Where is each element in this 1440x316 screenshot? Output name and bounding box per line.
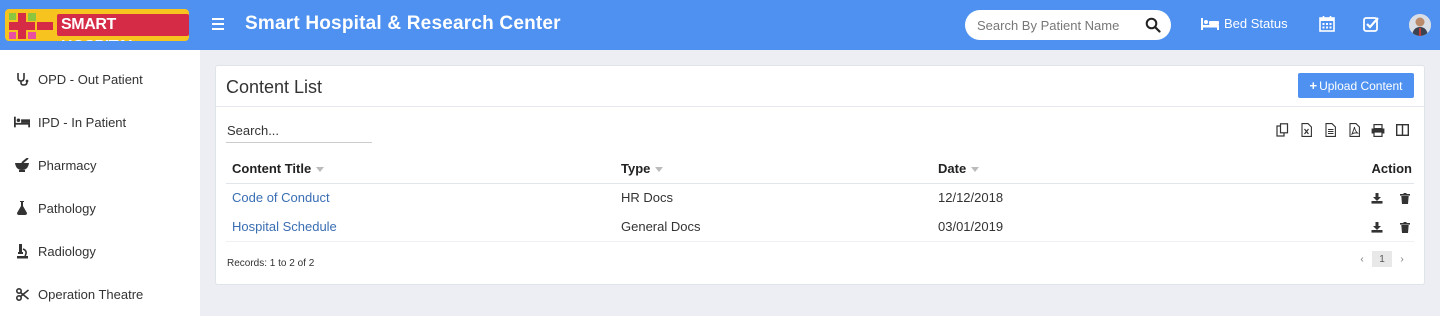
delete-icon[interactable] [1398, 220, 1412, 234]
column-header-type[interactable]: Type [615, 154, 932, 184]
logo[interactable]: SMART HOSPITAL [0, 0, 200, 50]
sidebar-item-operation-theatre[interactable]: Operation Theatre [0, 273, 200, 315]
hospital-bed-icon [14, 114, 30, 130]
top-header: SMART HOSPITAL Smart Hospital & Research… [0, 0, 1440, 50]
sort-icon [316, 166, 325, 172]
upload-content-button[interactable]: + Upload Content [1298, 73, 1414, 98]
user-photo-icon [1409, 14, 1431, 36]
sort-icon [971, 166, 980, 172]
bed-status-label: Bed Status [1224, 16, 1288, 31]
content-title-cell: Hospital Schedule [226, 212, 615, 242]
pagination: ‹ 1 › [1352, 251, 1412, 267]
date-cell: 12/12/2018 [938, 190, 1004, 206]
patient-search-box [965, 10, 1171, 40]
sidebar-item-pathology[interactable]: Pathology [0, 187, 200, 229]
pagination-next[interactable]: › [1392, 251, 1412, 267]
type-cell: General Docs [615, 212, 932, 242]
sidebar-item-label: OPD - Out Patient [38, 71, 143, 87]
sort-icon [655, 166, 664, 172]
copy-icon[interactable] [1270, 121, 1294, 139]
records-info: Records: 1 to 2 of 2 [227, 258, 315, 269]
scissors-icon [14, 286, 30, 302]
table-row: Code of Conduct HR Docs 12/12/2018 [226, 183, 1414, 212]
delete-icon[interactable] [1398, 192, 1412, 206]
sidebar-item-label: IPD - In Patient [38, 114, 127, 130]
menu-icon[interactable] [212, 15, 228, 35]
sidebar-item-opd[interactable]: OPD - Out Patient [0, 58, 200, 100]
task-check-icon[interactable] [1362, 15, 1380, 33]
bed-status-button[interactable]: Bed Status [1200, 16, 1288, 31]
patient-search-input[interactable] [977, 16, 1137, 34]
calendar-icon[interactable] [1318, 15, 1336, 33]
content-title-cell: Code of Conduct [226, 183, 615, 212]
print-icon[interactable] [1366, 121, 1390, 139]
type-cell: HR Docs [621, 190, 674, 206]
pdf-icon[interactable] [1342, 121, 1366, 139]
date-cell: 03/01/2019 [932, 212, 1302, 242]
action-cell [1302, 212, 1414, 242]
excel-icon[interactable] [1294, 121, 1318, 139]
card-header: Content List + Upload Content [216, 66, 1424, 107]
microscope-icon [14, 243, 30, 259]
sidebar-item-pharmacy[interactable]: Pharmacy [0, 144, 200, 186]
content-title-link[interactable]: Hospital Schedule [232, 219, 337, 234]
csv-icon[interactable] [1318, 121, 1342, 139]
content-table: Content Title Type Date Action Code of C… [226, 154, 1414, 242]
sidebar-item-ipd[interactable]: IPD - In Patient [0, 101, 200, 143]
sidebar-item-label: Radiology [38, 243, 96, 259]
action-cell [1302, 183, 1414, 212]
sidebar-item-label: Pharmacy [38, 157, 97, 173]
upload-content-label: Upload Content [1319, 78, 1403, 93]
pagination-page-current[interactable]: 1 [1372, 251, 1392, 267]
sidebar-item-label: Operation Theatre [38, 286, 144, 302]
pagination-prev[interactable]: ‹ [1352, 251, 1372, 267]
search-icon[interactable] [1145, 17, 1161, 33]
table-header-row: Content Title Type Date Action [226, 154, 1414, 184]
logo-badge: SMART HOSPITAL [5, 9, 189, 41]
app-title: Smart Hospital & Research Center [245, 13, 561, 34]
download-icon[interactable] [1370, 220, 1384, 234]
mortar-pestle-icon [14, 157, 30, 173]
page-title: Content List [226, 77, 323, 97]
bed-icon [1201, 17, 1219, 30]
plus-icon: + [1309, 78, 1318, 93]
column-header-date[interactable]: Date [932, 154, 1302, 184]
user-avatar[interactable] [1409, 14, 1431, 36]
content-list-card: Content List + Upload Content Content [215, 65, 1425, 285]
column-header-content-title[interactable]: Content Title [226, 154, 615, 184]
logo-text: SMART HOSPITAL [57, 14, 189, 41]
column-header-action: Action [1302, 154, 1414, 184]
export-toolbar [1270, 121, 1414, 139]
sidebar: OPD - Out Patient IPD - In Patient Pharm… [0, 50, 200, 316]
table-row: Hospital Schedule General Docs 03/01/201… [226, 212, 1414, 242]
medical-cross-icon [9, 13, 53, 39]
sidebar-item-label: Pathology [38, 200, 96, 216]
download-icon[interactable] [1370, 192, 1384, 206]
content-search-input[interactable] [226, 119, 372, 143]
sidebar-item-radiology[interactable]: Radiology [0, 230, 200, 272]
flask-icon [14, 200, 30, 216]
content-title-link[interactable]: Code of Conduct [232, 190, 330, 205]
stethoscope-icon [14, 71, 30, 87]
columns-icon[interactable] [1390, 121, 1414, 139]
